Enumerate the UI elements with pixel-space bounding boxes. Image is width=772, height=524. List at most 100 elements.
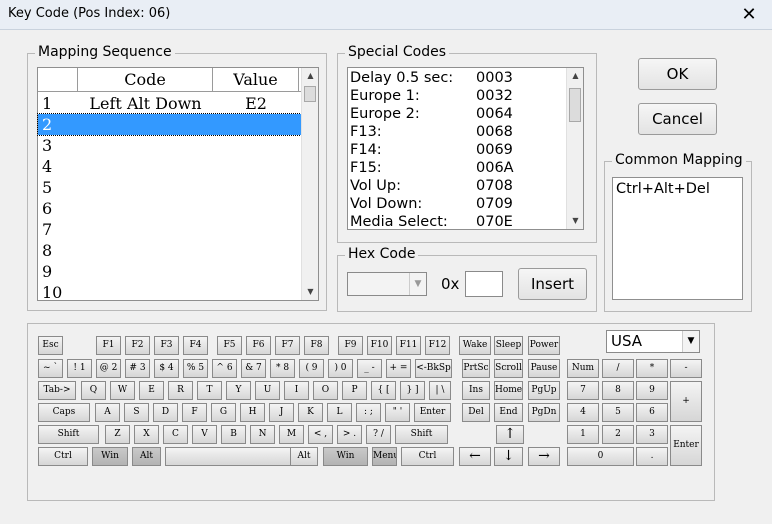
key-row1-10[interactable]: F10 (367, 336, 392, 355)
key-row4-0[interactable]: Caps (38, 403, 90, 422)
key-row2-17[interactable]: Num (567, 359, 599, 378)
key-row3-15[interactable]: Home (494, 381, 523, 400)
scroll-down-icon[interactable]: ▼ (302, 284, 319, 300)
table-row[interactable]: 8 (38, 240, 301, 261)
key-row2-7[interactable]: & 7 (241, 359, 266, 378)
scroll-thumb[interactable] (569, 88, 581, 122)
key-row2-8[interactable]: * 8 (270, 359, 295, 378)
table-row[interactable]: 9 (38, 261, 301, 282)
key-row1-9[interactable]: F9 (338, 336, 363, 355)
key-row3-7[interactable]: U (255, 381, 280, 400)
key-row3-5[interactable]: T (197, 381, 222, 400)
list-item[interactable]: Vol Up: 0708 (350, 177, 513, 195)
key-row2-16[interactable]: Pause (528, 359, 560, 378)
list-item[interactable]: Europe 2: 0064 (350, 105, 513, 123)
key-row5-4[interactable]: V (192, 425, 217, 444)
key-row4-7[interactable]: J (269, 403, 294, 422)
menu-icon[interactable]: Menu (372, 447, 397, 466)
list-item[interactable]: F15: 006A (350, 159, 514, 177)
key-row3-4[interactable]: R (168, 381, 193, 400)
key-row3-11[interactable]: { [ (371, 381, 396, 400)
key-row4-18[interactable]: 6 (636, 403, 668, 422)
key-row5-16[interactable]: Enter (670, 425, 702, 466)
key-row3-18[interactable]: 8 (602, 381, 634, 400)
key-row5-5[interactable]: B (221, 425, 246, 444)
key-row1-2[interactable]: F2 (125, 336, 150, 355)
close-icon[interactable]: ✕ (726, 0, 772, 30)
key-row4-3[interactable]: D (153, 403, 178, 422)
key-row5-0[interactable]: Shift (38, 425, 99, 444)
key-row5-8[interactable]: < , (308, 425, 333, 444)
scroll-thumb[interactable] (304, 86, 316, 102)
key-row2-5[interactable]: % 5 (183, 359, 208, 378)
scroll-down-icon[interactable]: ▼ (567, 213, 584, 229)
key-row3-16[interactable]: PgUp (528, 381, 560, 400)
key-row4-1[interactable]: A (95, 403, 120, 422)
space-key[interactable] (165, 447, 300, 466)
list-item[interactable]: F13: 0068 (350, 123, 513, 141)
key-row3-0[interactable]: Tab-> (38, 381, 76, 400)
key-row4-12[interactable]: Enter (414, 403, 451, 422)
key-row4-11[interactable]: " ' (385, 403, 410, 422)
key-row1-6[interactable]: F6 (246, 336, 271, 355)
key-row2-9[interactable]: ( 9 (299, 359, 324, 378)
table-row[interactable]: 2 (37, 113, 302, 136)
key-row4-8[interactable]: K (298, 403, 323, 422)
key-row3-6[interactable]: Y (226, 381, 251, 400)
key-row2-2[interactable]: @ 2 (96, 359, 121, 378)
special-codes-list[interactable]: Delay 0.5 sec: 0003 Europe 1: 0032 Europe 2:… (347, 67, 584, 230)
key-row2-4[interactable]: $ 4 (154, 359, 179, 378)
key-row3-9[interactable]: O (313, 381, 338, 400)
list-item[interactable]: Europe 1: 0032 (350, 87, 513, 105)
key-row5-7[interactable]: M (279, 425, 304, 444)
key-row3-14[interactable]: Ins (462, 381, 490, 400)
key-row2-14[interactable]: PrtSc (462, 359, 490, 378)
key-row5-1[interactable]: Z (105, 425, 130, 444)
mapping-scrollbar[interactable]: ▲ ▼ (301, 68, 318, 300)
key-row2-19[interactable]: * (636, 359, 668, 378)
key-row3-19[interactable]: 9 (636, 381, 668, 400)
key-row4-5[interactable]: G (211, 403, 236, 422)
left-arrow-icon[interactable]: ← (459, 447, 491, 466)
key-row3-8[interactable]: I (284, 381, 309, 400)
key-row2-13[interactable]: <-BkSp (415, 359, 452, 378)
key-row2-3[interactable]: # 3 (125, 359, 150, 378)
ctrl-key[interactable]: Ctrl (401, 447, 454, 466)
list-item[interactable]: Delay 0.5 sec: 0003 (350, 69, 513, 87)
hex-combo[interactable]: ▼ (347, 272, 427, 296)
num-dot-key[interactable]: . (636, 447, 668, 466)
scroll-up-icon[interactable]: ▲ (567, 68, 584, 84)
key-row1-13[interactable]: Wake (459, 336, 491, 355)
key-row2-11[interactable]: _ - (357, 359, 382, 378)
key-row2-10[interactable]: ) 0 (328, 359, 353, 378)
table-row[interactable]: 1 Left Alt Down E2 (38, 93, 301, 114)
key-row1-8[interactable]: F8 (304, 336, 329, 355)
key-row5-6[interactable]: N (250, 425, 275, 444)
key-row1-0[interactable]: Esc (38, 336, 63, 355)
key-row5-13[interactable]: 1 (567, 425, 599, 444)
key-row5-9[interactable]: > . (337, 425, 362, 444)
win-icon[interactable]: Win (92, 447, 128, 466)
table-row[interactable]: 10 (38, 282, 301, 303)
key-row3-3[interactable]: E (139, 381, 164, 400)
table-row[interactable]: 4 (38, 156, 301, 177)
key-row1-12[interactable]: F12 (425, 336, 450, 355)
key-row5-15[interactable]: 3 (636, 425, 668, 444)
key-row1-3[interactable]: F3 (154, 336, 179, 355)
win-icon[interactable]: Win (323, 447, 368, 466)
layout-select[interactable]: USA ▼ (606, 330, 700, 353)
common-mapping-item[interactable]: Ctrl+Alt+Del (616, 181, 710, 197)
key-row5-3[interactable]: C (163, 425, 188, 444)
list-item[interactable]: Vol Down: 0709 (350, 195, 513, 213)
key-row1-7[interactable]: F7 (275, 336, 300, 355)
table-row[interactable]: 7 (38, 219, 301, 240)
key-row2-0[interactable]: ~ ` (38, 359, 63, 378)
key-row4-9[interactable]: L (327, 403, 352, 422)
key-row4-17[interactable]: 5 (602, 403, 634, 422)
num-0-key[interactable]: 0 (567, 447, 634, 466)
key-row2-20[interactable]: - (670, 359, 702, 378)
key-row1-14[interactable]: Sleep (494, 336, 523, 355)
key-row3-10[interactable]: P (342, 381, 367, 400)
mapping-sequence-list[interactable]: Code Value 1 Left Alt Down E2 2 3 4 5 6 7 8 9 10 ▲ … (37, 67, 319, 303)
key-row5-14[interactable]: 2 (602, 425, 634, 444)
